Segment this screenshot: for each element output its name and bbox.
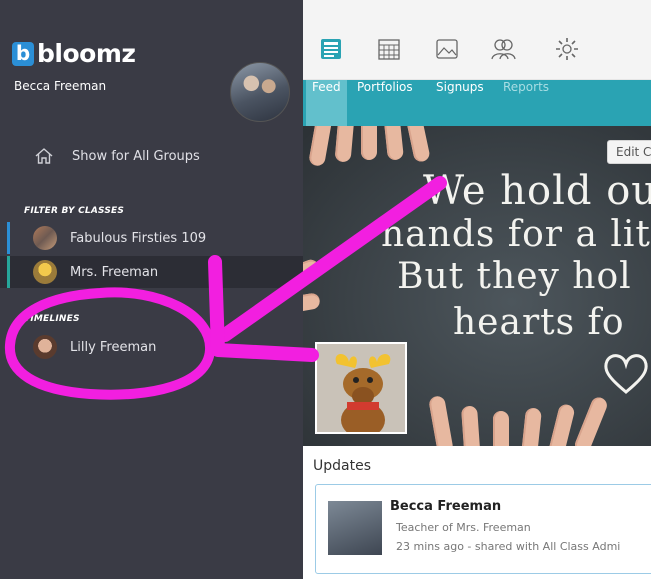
show-all-groups-label: Show for All Groups: [72, 148, 200, 164]
sidebar-item-fabulous-firsties[interactable]: Fabulous Firsties 109: [0, 222, 303, 254]
photo-hand: [520, 407, 542, 446]
main-panel: Feed Portfolios Signups Reports We hold …: [303, 0, 651, 579]
student-avatar: [33, 335, 57, 359]
photo-hand: [546, 402, 576, 446]
class-color-bar: [7, 222, 10, 254]
update-card[interactable]: Becca Freeman Teacher of Mrs. Freeman 23…: [315, 484, 651, 574]
photo-hand: [403, 126, 431, 164]
post-author[interactable]: Becca Freeman: [390, 499, 501, 514]
photo-hand: [493, 411, 509, 446]
sidebar-item-label: Lilly Freeman: [70, 339, 157, 355]
bloomz-logo-text: bloomz: [37, 39, 136, 68]
class-avatar: [33, 260, 57, 284]
chalk-line: But they hol: [397, 256, 632, 297]
photo-hand: [308, 126, 334, 167]
post-author-role: Teacher of Mrs. Freeman: [396, 521, 531, 534]
show-all-groups-item[interactable]: Show for All Groups: [34, 146, 200, 166]
tab-signups[interactable]: Signups: [436, 80, 484, 126]
photo-hand: [428, 395, 454, 446]
current-user-name: Becca Freeman: [14, 79, 107, 93]
toolbar: [303, 0, 651, 80]
photo-hand: [303, 257, 321, 293]
chalk-heart: [604, 354, 648, 394]
photo-hand: [361, 126, 377, 160]
sidebar-item-lilly-freeman[interactable]: Lilly Freeman: [0, 331, 303, 363]
tab-reports[interactable]: Reports: [503, 80, 549, 126]
bloomz-logo[interactable]: b bloomz: [12, 39, 136, 68]
class-thumbnail[interactable]: [315, 342, 407, 434]
author-avatar[interactable]: [328, 501, 382, 555]
edit-cover-button[interactable]: Edit C: [607, 140, 651, 164]
people-icon[interactable]: [490, 36, 516, 62]
photo-hand: [334, 126, 356, 163]
photo-hand: [303, 292, 321, 318]
sidebar: b bloomz Becca Freeman Show for All Grou…: [0, 0, 303, 579]
home-icon: [35, 148, 53, 164]
moose-plush-image: [317, 344, 405, 432]
class-avatar: [33, 226, 57, 250]
main-tabs: Feed Portfolios Signups Reports: [303, 80, 651, 126]
chalk-line: hands for a litt: [381, 214, 651, 255]
sidebar-item-mrs-freeman[interactable]: Mrs. Freeman: [0, 256, 303, 288]
photo-hand: [460, 405, 482, 446]
chalk-line: hearts fo: [453, 302, 625, 343]
calendar-icon[interactable]: [376, 36, 402, 62]
updates-header: Updates: [313, 458, 371, 474]
class-color-bar: [7, 256, 10, 288]
settings-icon[interactable]: [554, 36, 580, 62]
newsfeed-icon[interactable]: [318, 36, 344, 62]
photo-hand: [572, 395, 610, 446]
filter-by-classes-header: FILTER BY CLASSES: [24, 206, 125, 216]
photos-icon[interactable]: [434, 36, 460, 62]
bloomz-logo-mark: b: [12, 41, 34, 66]
sidebar-item-label: Fabulous Firsties 109: [70, 230, 207, 246]
photo-hand: [382, 126, 404, 161]
sidebar-item-label: Mrs. Freeman: [70, 264, 159, 280]
tab-portfolios[interactable]: Portfolios: [357, 80, 413, 126]
cover-photo: We hold our hands for a litt But they ho…: [303, 126, 651, 446]
user-avatar[interactable]: [230, 62, 290, 122]
tab-feed[interactable]: Feed: [306, 80, 347, 126]
chalk-line: We hold our: [423, 168, 651, 214]
post-meta: 23 mins ago - shared with All Class Admi: [396, 540, 621, 553]
timelines-header: TIMELINES: [24, 314, 80, 324]
